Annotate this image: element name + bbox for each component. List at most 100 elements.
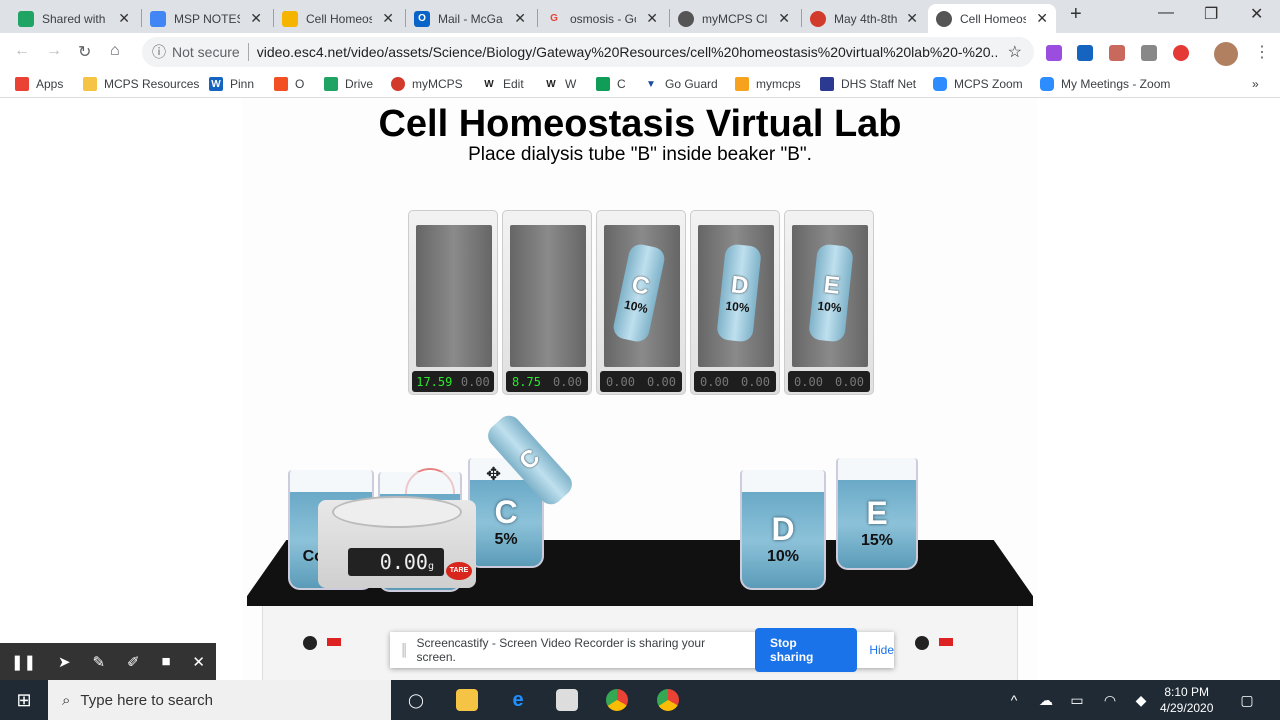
stop-sharing-button[interactable]: Stop sharing: [755, 628, 858, 672]
weigh-bin-4[interactable]: D 10% 0.00 0.00: [690, 210, 780, 395]
page-content: Cell Homeostasis Virtual Lab Place dialy…: [0, 98, 1280, 680]
globe-icon: [678, 10, 694, 27]
move-cursor-icon: ✥: [486, 464, 502, 484]
menu-icon[interactable]: ⋮: [1254, 42, 1270, 62]
bookmark-my-meetings-zoom[interactable]: My Meetings - Zoom: [1040, 77, 1170, 91]
taskbar-search[interactable]: ⌕ Type here to search: [48, 680, 391, 720]
tab-mail[interactable]: O Mail - McGa ✕: [406, 4, 534, 33]
drag-handle-icon[interactable]: ║: [400, 643, 409, 657]
folder-icon: [83, 77, 97, 91]
tray-chevron-icon[interactable]: ^: [1003, 689, 1025, 711]
bin-display: 8.75 0.00: [506, 371, 588, 392]
forward-icon[interactable]: →: [46, 42, 62, 60]
close-tab-icon[interactable]: ✕: [646, 10, 658, 27]
w-icon: W: [209, 77, 223, 91]
security-label[interactable]: Not secure: [172, 44, 240, 60]
bookmarks-bar: Apps MCPS Resources W Pinn O Drive myMCPS…: [0, 71, 1280, 98]
tare-button[interactable]: TARE: [446, 562, 472, 580]
tab-msp-notes[interactable]: MSP NOTES ✕: [142, 4, 270, 33]
close-window-button[interactable]: ✕: [1250, 4, 1263, 24]
camera-icon[interactable]: ■: [161, 653, 170, 670]
google-drive-icon: [324, 77, 338, 91]
bin-display: 0.00 0.00: [600, 371, 682, 392]
tab-cell-homeostasis-active[interactable]: Cell Homeos ✕: [928, 4, 1056, 33]
tab-mymcps[interactable]: myMCPS Cla ✕: [670, 4, 798, 33]
screencastify-icon[interactable]: [1173, 45, 1189, 61]
tab-cell-homeostasis-slides[interactable]: Cell Homeos ✕: [274, 4, 402, 33]
pen-icon[interactable]: ✎: [92, 653, 105, 671]
bookmark-dhs-staff-net[interactable]: DHS Staff Net: [820, 77, 916, 91]
bookmark-pinn[interactable]: W Pinn: [209, 77, 254, 91]
minimize-button[interactable]: —: [1158, 4, 1174, 22]
address-bar[interactable]: ⓘ Not secure video.esc4.net/video/assets…: [142, 37, 1034, 67]
wifi-icon[interactable]: ◠: [1099, 689, 1121, 711]
bookmark-o[interactable]: O: [274, 77, 304, 91]
bookmark-edit[interactable]: W Edit: [482, 77, 523, 91]
close-toolbar-icon[interactable]: ✕: [192, 653, 205, 671]
tab-osmosis[interactable]: Gosmosis - Go ✕: [538, 4, 666, 33]
pdf-extension-icon[interactable]: [1109, 45, 1125, 61]
bookmark-mymcps-2[interactable]: mymcps: [735, 77, 801, 91]
pause-icon[interactable]: ❚❚: [11, 653, 36, 671]
beaker-e[interactable]: E 15%: [836, 458, 918, 570]
hide-button[interactable]: Hide: [869, 643, 894, 657]
extension-icon[interactable]: [1046, 45, 1062, 61]
url-text[interactable]: video.esc4.net/video/assets/Science/Biol…: [257, 44, 997, 60]
bookmark-mcps-zoom[interactable]: MCPS Zoom: [933, 77, 1023, 91]
beaker-d[interactable]: D 10%: [740, 470, 826, 590]
close-tab-icon[interactable]: ✕: [118, 10, 130, 27]
notifications-icon[interactable]: ▢: [1236, 689, 1258, 711]
bookmark-star-icon[interactable]: ☆: [1008, 42, 1022, 62]
home-icon[interactable]: ⌂: [110, 42, 120, 60]
share-message: Screencastify - Screen Video Recorder is…: [416, 636, 706, 664]
zoom-icon: [1040, 77, 1054, 91]
chrome-profile-icon[interactable]: [657, 689, 679, 711]
info-icon[interactable]: ⓘ: [152, 42, 166, 62]
chrome-icon[interactable]: [606, 689, 628, 711]
close-tab-icon[interactable]: ✕: [906, 10, 918, 27]
file-explorer-icon[interactable]: [456, 689, 478, 711]
close-tab-icon[interactable]: ✕: [250, 10, 262, 27]
tab-shared-with[interactable]: Shared with ✕: [10, 4, 138, 33]
more-bookmarks-icon[interactable]: »: [1252, 77, 1259, 91]
close-tab-icon[interactable]: ✕: [382, 10, 394, 27]
weigh-bin-5[interactable]: E 10% 0.00 0.00: [784, 210, 874, 395]
google-docs-icon: [150, 10, 166, 27]
bookmark-mymcps[interactable]: myMCPS: [391, 77, 463, 91]
bookmark-mcps-resources[interactable]: MCPS Resources: [83, 77, 199, 91]
cortana-icon[interactable]: ◯: [405, 689, 427, 711]
bin-display: 0.00 0.00: [694, 371, 776, 392]
weigh-bin-1[interactable]: 17.59 0.00: [408, 210, 498, 395]
close-tab-icon[interactable]: ✕: [778, 10, 790, 27]
close-tab-icon[interactable]: ✕: [514, 10, 526, 27]
taskbar-clock[interactable]: 8:10 PM 4/29/2020: [1160, 684, 1213, 716]
battery-icon[interactable]: ▭: [1066, 689, 1088, 711]
store-icon[interactable]: [556, 689, 578, 711]
onedrive-icon[interactable]: ☁: [1035, 689, 1057, 711]
close-tab-icon[interactable]: ✕: [1036, 10, 1048, 27]
extension-icon[interactable]: [1077, 45, 1093, 61]
highlighter-icon[interactable]: ✐: [127, 653, 140, 671]
tab-may-4th[interactable]: May 4th-8th ✕: [802, 4, 926, 33]
bookmark-go-guard[interactable]: ▼ Go Guard: [644, 77, 718, 91]
profile-avatar[interactable]: [1214, 42, 1238, 66]
new-tab-button[interactable]: +: [1070, 3, 1082, 26]
bookmark-apps[interactable]: Apps: [15, 77, 63, 91]
reload-icon[interactable]: ↻: [78, 42, 91, 62]
screencastify-toolbar: ❚❚ ➤ ✎ ✐ ■ ✕: [0, 643, 216, 680]
bookmark-w[interactable]: WW: [544, 77, 576, 91]
windows-taskbar: ⊞ ⌕ Type here to search ◯ e ^ ☁ ▭ ◠ ◆ 8:1…: [0, 680, 1280, 720]
extension-icon[interactable]: [1141, 45, 1157, 61]
edge-icon[interactable]: e: [507, 689, 529, 711]
google-icon: G: [550, 13, 558, 24]
restore-button[interactable]: ❐: [1204, 4, 1218, 24]
bookmark-c[interactable]: C: [596, 77, 626, 91]
pointer-icon[interactable]: ➤: [58, 653, 71, 671]
dropbox-icon[interactable]: ◆: [1130, 689, 1152, 711]
weigh-bin-2[interactable]: 8.75 0.00: [502, 210, 592, 395]
back-icon[interactable]: ←: [14, 42, 30, 60]
bookmark-drive[interactable]: Drive: [324, 77, 373, 91]
windows-start-icon[interactable]: ⊞: [13, 689, 35, 711]
scale-plate[interactable]: [332, 496, 462, 528]
weigh-bin-3[interactable]: C 10% 0.00 0.00: [596, 210, 686, 395]
